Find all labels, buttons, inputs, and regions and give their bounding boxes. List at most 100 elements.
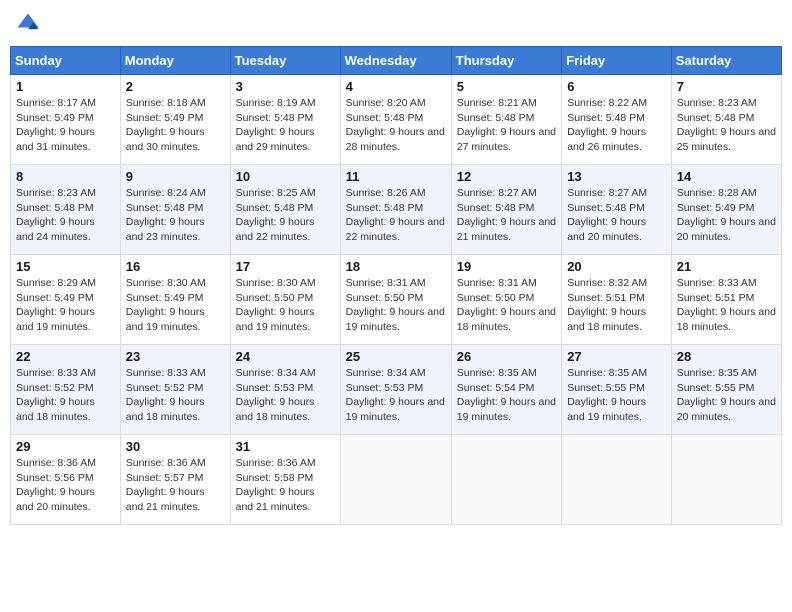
day-number: 6: [567, 79, 666, 94]
day-number: 14: [677, 169, 776, 184]
calendar-day-cell: [340, 435, 451, 525]
day-info: Sunrise: 8:30 AM Sunset: 5:49 PM Dayligh…: [126, 276, 225, 335]
day-info: Sunrise: 8:19 AM Sunset: 5:48 PM Dayligh…: [236, 96, 335, 155]
logo-icon: [14, 10, 42, 38]
day-number: 9: [126, 169, 225, 184]
day-info: Sunrise: 8:17 AM Sunset: 5:49 PM Dayligh…: [16, 96, 115, 155]
calendar-day-cell: 30 Sunrise: 8:36 AM Sunset: 5:57 PM Dayl…: [120, 435, 230, 525]
day-number: 22: [16, 349, 115, 364]
day-info: Sunrise: 8:23 AM Sunset: 5:48 PM Dayligh…: [677, 96, 776, 155]
weekday-header-friday: Friday: [562, 47, 672, 75]
day-info: Sunrise: 8:30 AM Sunset: 5:50 PM Dayligh…: [236, 276, 335, 335]
logo: [14, 10, 46, 38]
day-info: Sunrise: 8:36 AM Sunset: 5:56 PM Dayligh…: [16, 456, 115, 515]
day-number: 12: [457, 169, 556, 184]
calendar-day-cell: 4 Sunrise: 8:20 AM Sunset: 5:48 PM Dayli…: [340, 75, 451, 165]
calendar-day-cell: 10 Sunrise: 8:25 AM Sunset: 5:48 PM Dayl…: [230, 165, 340, 255]
day-info: Sunrise: 8:33 AM Sunset: 5:51 PM Dayligh…: [677, 276, 776, 335]
day-number: 4: [346, 79, 446, 94]
calendar-day-cell: 21 Sunrise: 8:33 AM Sunset: 5:51 PM Dayl…: [671, 255, 781, 345]
day-number: 28: [677, 349, 776, 364]
day-info: Sunrise: 8:33 AM Sunset: 5:52 PM Dayligh…: [126, 366, 225, 425]
day-number: 16: [126, 259, 225, 274]
calendar-week-row: 22 Sunrise: 8:33 AM Sunset: 5:52 PM Dayl…: [11, 345, 782, 435]
weekday-header-row: SundayMondayTuesdayWednesdayThursdayFrid…: [11, 47, 782, 75]
day-info: Sunrise: 8:26 AM Sunset: 5:48 PM Dayligh…: [346, 186, 446, 245]
calendar-day-cell: 17 Sunrise: 8:30 AM Sunset: 5:50 PM Dayl…: [230, 255, 340, 345]
calendar-day-cell: 24 Sunrise: 8:34 AM Sunset: 5:53 PM Dayl…: [230, 345, 340, 435]
calendar-week-row: 15 Sunrise: 8:29 AM Sunset: 5:49 PM Dayl…: [11, 255, 782, 345]
day-info: Sunrise: 8:20 AM Sunset: 5:48 PM Dayligh…: [346, 96, 446, 155]
day-info: Sunrise: 8:35 AM Sunset: 5:55 PM Dayligh…: [567, 366, 666, 425]
calendar-day-cell: 3 Sunrise: 8:19 AM Sunset: 5:48 PM Dayli…: [230, 75, 340, 165]
day-number: 7: [677, 79, 776, 94]
calendar-day-cell: 28 Sunrise: 8:35 AM Sunset: 5:55 PM Dayl…: [671, 345, 781, 435]
day-number: 1: [16, 79, 115, 94]
calendar-day-cell: 2 Sunrise: 8:18 AM Sunset: 5:49 PM Dayli…: [120, 75, 230, 165]
page-header: [10, 10, 782, 38]
day-number: 5: [457, 79, 556, 94]
day-info: Sunrise: 8:32 AM Sunset: 5:51 PM Dayligh…: [567, 276, 666, 335]
day-info: Sunrise: 8:27 AM Sunset: 5:48 PM Dayligh…: [567, 186, 666, 245]
day-number: 27: [567, 349, 666, 364]
calendar-day-cell: 8 Sunrise: 8:23 AM Sunset: 5:48 PM Dayli…: [11, 165, 121, 255]
calendar-day-cell: 26 Sunrise: 8:35 AM Sunset: 5:54 PM Dayl…: [451, 345, 561, 435]
day-info: Sunrise: 8:24 AM Sunset: 5:48 PM Dayligh…: [126, 186, 225, 245]
calendar-day-cell: 7 Sunrise: 8:23 AM Sunset: 5:48 PM Dayli…: [671, 75, 781, 165]
calendar-day-cell: 23 Sunrise: 8:33 AM Sunset: 5:52 PM Dayl…: [120, 345, 230, 435]
day-number: 25: [346, 349, 446, 364]
calendar-day-cell: [671, 435, 781, 525]
weekday-header-wednesday: Wednesday: [340, 47, 451, 75]
calendar-day-cell: 29 Sunrise: 8:36 AM Sunset: 5:56 PM Dayl…: [11, 435, 121, 525]
calendar-week-row: 1 Sunrise: 8:17 AM Sunset: 5:49 PM Dayli…: [11, 75, 782, 165]
calendar-day-cell: 11 Sunrise: 8:26 AM Sunset: 5:48 PM Dayl…: [340, 165, 451, 255]
calendar-day-cell: 19 Sunrise: 8:31 AM Sunset: 5:50 PM Dayl…: [451, 255, 561, 345]
day-number: 19: [457, 259, 556, 274]
calendar-table: SundayMondayTuesdayWednesdayThursdayFrid…: [10, 46, 782, 525]
day-number: 18: [346, 259, 446, 274]
day-number: 2: [126, 79, 225, 94]
day-number: 10: [236, 169, 335, 184]
weekday-header-monday: Monday: [120, 47, 230, 75]
day-number: 20: [567, 259, 666, 274]
calendar-day-cell: 12 Sunrise: 8:27 AM Sunset: 5:48 PM Dayl…: [451, 165, 561, 255]
weekday-header-tuesday: Tuesday: [230, 47, 340, 75]
day-number: 3: [236, 79, 335, 94]
calendar-day-cell: 6 Sunrise: 8:22 AM Sunset: 5:48 PM Dayli…: [562, 75, 672, 165]
day-number: 11: [346, 169, 446, 184]
day-number: 24: [236, 349, 335, 364]
calendar-day-cell: 14 Sunrise: 8:28 AM Sunset: 5:49 PM Dayl…: [671, 165, 781, 255]
day-number: 17: [236, 259, 335, 274]
weekday-header-thursday: Thursday: [451, 47, 561, 75]
day-info: Sunrise: 8:34 AM Sunset: 5:53 PM Dayligh…: [236, 366, 335, 425]
calendar-day-cell: [562, 435, 672, 525]
day-number: 23: [126, 349, 225, 364]
day-info: Sunrise: 8:35 AM Sunset: 5:55 PM Dayligh…: [677, 366, 776, 425]
day-info: Sunrise: 8:25 AM Sunset: 5:48 PM Dayligh…: [236, 186, 335, 245]
calendar-day-cell: 16 Sunrise: 8:30 AM Sunset: 5:49 PM Dayl…: [120, 255, 230, 345]
day-number: 29: [16, 439, 115, 454]
day-number: 26: [457, 349, 556, 364]
calendar-day-cell: 22 Sunrise: 8:33 AM Sunset: 5:52 PM Dayl…: [11, 345, 121, 435]
day-info: Sunrise: 8:21 AM Sunset: 5:48 PM Dayligh…: [457, 96, 556, 155]
calendar-day-cell: [451, 435, 561, 525]
day-info: Sunrise: 8:36 AM Sunset: 5:57 PM Dayligh…: [126, 456, 225, 515]
day-info: Sunrise: 8:27 AM Sunset: 5:48 PM Dayligh…: [457, 186, 556, 245]
day-info: Sunrise: 8:23 AM Sunset: 5:48 PM Dayligh…: [16, 186, 115, 245]
weekday-header-sunday: Sunday: [11, 47, 121, 75]
calendar-day-cell: 27 Sunrise: 8:35 AM Sunset: 5:55 PM Dayl…: [562, 345, 672, 435]
day-info: Sunrise: 8:34 AM Sunset: 5:53 PM Dayligh…: [346, 366, 446, 425]
calendar-day-cell: 9 Sunrise: 8:24 AM Sunset: 5:48 PM Dayli…: [120, 165, 230, 255]
day-info: Sunrise: 8:33 AM Sunset: 5:52 PM Dayligh…: [16, 366, 115, 425]
calendar-day-cell: 5 Sunrise: 8:21 AM Sunset: 5:48 PM Dayli…: [451, 75, 561, 165]
day-info: Sunrise: 8:31 AM Sunset: 5:50 PM Dayligh…: [457, 276, 556, 335]
day-number: 21: [677, 259, 776, 274]
calendar-day-cell: 18 Sunrise: 8:31 AM Sunset: 5:50 PM Dayl…: [340, 255, 451, 345]
day-info: Sunrise: 8:22 AM Sunset: 5:48 PM Dayligh…: [567, 96, 666, 155]
day-info: Sunrise: 8:36 AM Sunset: 5:58 PM Dayligh…: [236, 456, 335, 515]
day-info: Sunrise: 8:18 AM Sunset: 5:49 PM Dayligh…: [126, 96, 225, 155]
calendar-day-cell: 1 Sunrise: 8:17 AM Sunset: 5:49 PM Dayli…: [11, 75, 121, 165]
calendar-day-cell: 25 Sunrise: 8:34 AM Sunset: 5:53 PM Dayl…: [340, 345, 451, 435]
day-number: 15: [16, 259, 115, 274]
calendar-day-cell: 13 Sunrise: 8:27 AM Sunset: 5:48 PM Dayl…: [562, 165, 672, 255]
